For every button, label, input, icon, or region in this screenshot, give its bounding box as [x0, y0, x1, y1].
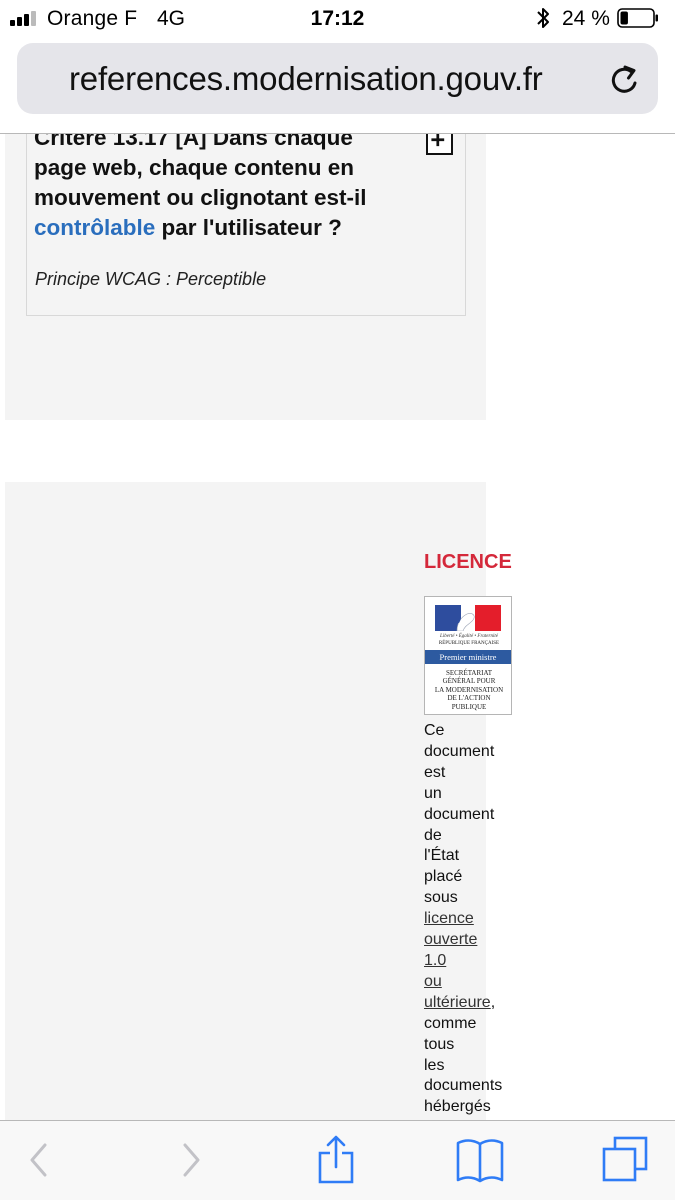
licence-word: les [424, 1056, 445, 1074]
bookmarks-icon [456, 1139, 504, 1183]
sgmap-logo: Liberté • Égalité • Fraternité RÉPUBLIQU… [424, 596, 512, 715]
expand-criterion-button[interactable] [426, 134, 453, 155]
licence-word: document [424, 805, 495, 823]
logo-line: LA MODERNISATION [434, 685, 504, 694]
licence-word: tous [424, 1035, 455, 1053]
licence-word: de [424, 826, 442, 844]
bookmarks-button[interactable] [454, 1134, 506, 1186]
controlable-link[interactable]: contrôlable [34, 215, 155, 240]
licence-word: est [424, 763, 446, 781]
toolbar-divider [0, 1120, 675, 1121]
licence-ouverte-link[interactable]: 1.0 [424, 952, 446, 969]
licence-word: comme [424, 1014, 477, 1032]
licence-ouverte-link[interactable]: ouverte [424, 931, 477, 948]
tabs-icon [602, 1136, 648, 1182]
criterion-title-text: Critère 13.17 [A] Dans chaque page web, … [34, 134, 367, 210]
criterion-title-end: par l'utilisateur ? [155, 215, 342, 240]
licence-ouverte-link[interactable]: licence [424, 910, 474, 927]
bluetooth-icon [537, 8, 549, 28]
battery-icon [617, 8, 658, 28]
share-button[interactable] [310, 1134, 362, 1186]
forward-icon [183, 1143, 200, 1177]
logo-sgmap-text: SECRÉTARIAT GÉNÉRAL POUR LA MODERNISATIO… [427, 669, 511, 711]
marianne-logo [435, 605, 501, 631]
share-icon [318, 1135, 354, 1184]
logo-line: PUBLIQUE [451, 702, 487, 711]
criterion-title: Critère 13.17 [A] Dans chaque page web, … [34, 134, 389, 243]
licence-word: documents [424, 1077, 503, 1095]
licence-word: hébergés [424, 1098, 491, 1116]
criterion-card: Critère 13.17 [A] Dans chaque page web, … [26, 134, 466, 316]
status-bar: Orange F 4G 17:12 24 % [0, 0, 675, 36]
licence-word: l'État [424, 847, 460, 865]
forward-button[interactable] [164, 1134, 216, 1186]
licence-word: document [424, 742, 495, 760]
tabs-button[interactable] [600, 1134, 652, 1186]
licence-word: un [424, 784, 442, 802]
url-text[interactable]: references.modernisation.gouv.fr [69, 60, 543, 98]
licence-ouverte-link[interactable]: ultérieure [424, 994, 491, 1011]
battery-percentage: 24 % [562, 7, 610, 30]
licence-word: placé [424, 868, 463, 886]
back-button[interactable] [14, 1134, 66, 1186]
logo-ministry: Premier ministre [425, 650, 511, 664]
licence-text: Ce document est un document de l'État pl… [424, 721, 514, 1118]
licence-ouverte-link[interactable]: ou [424, 973, 442, 990]
web-content[interactable]: Critère 13.17 [A] Dans chaque page web, … [0, 134, 675, 1120]
address-bar[interactable]: references.modernisation.gouv.fr [17, 43, 658, 114]
licence-word: Ce [424, 722, 445, 739]
logo-republic: RÉPUBLIQUE FRANÇAISE [438, 641, 500, 646]
licence-word: sous [424, 889, 458, 907]
licence-heading: LICENCE [424, 551, 512, 573]
logo-line: GÉNÉRAL POUR [442, 677, 496, 686]
licence-comma: , [490, 993, 496, 1011]
logo-line: DE L'ACTION [447, 694, 491, 703]
footer-section [5, 482, 486, 1120]
logo-line: SECRÉTARIAT [445, 669, 493, 677]
logo-motto: Liberté • Égalité • Fraternité [440, 634, 498, 639]
plus-icon [431, 134, 445, 147]
back-icon [30, 1143, 47, 1177]
reload-icon[interactable] [609, 63, 641, 97]
browser-toolbar [0, 1120, 675, 1200]
wcag-principle: Principe WCAG : Perceptible [35, 269, 267, 289]
